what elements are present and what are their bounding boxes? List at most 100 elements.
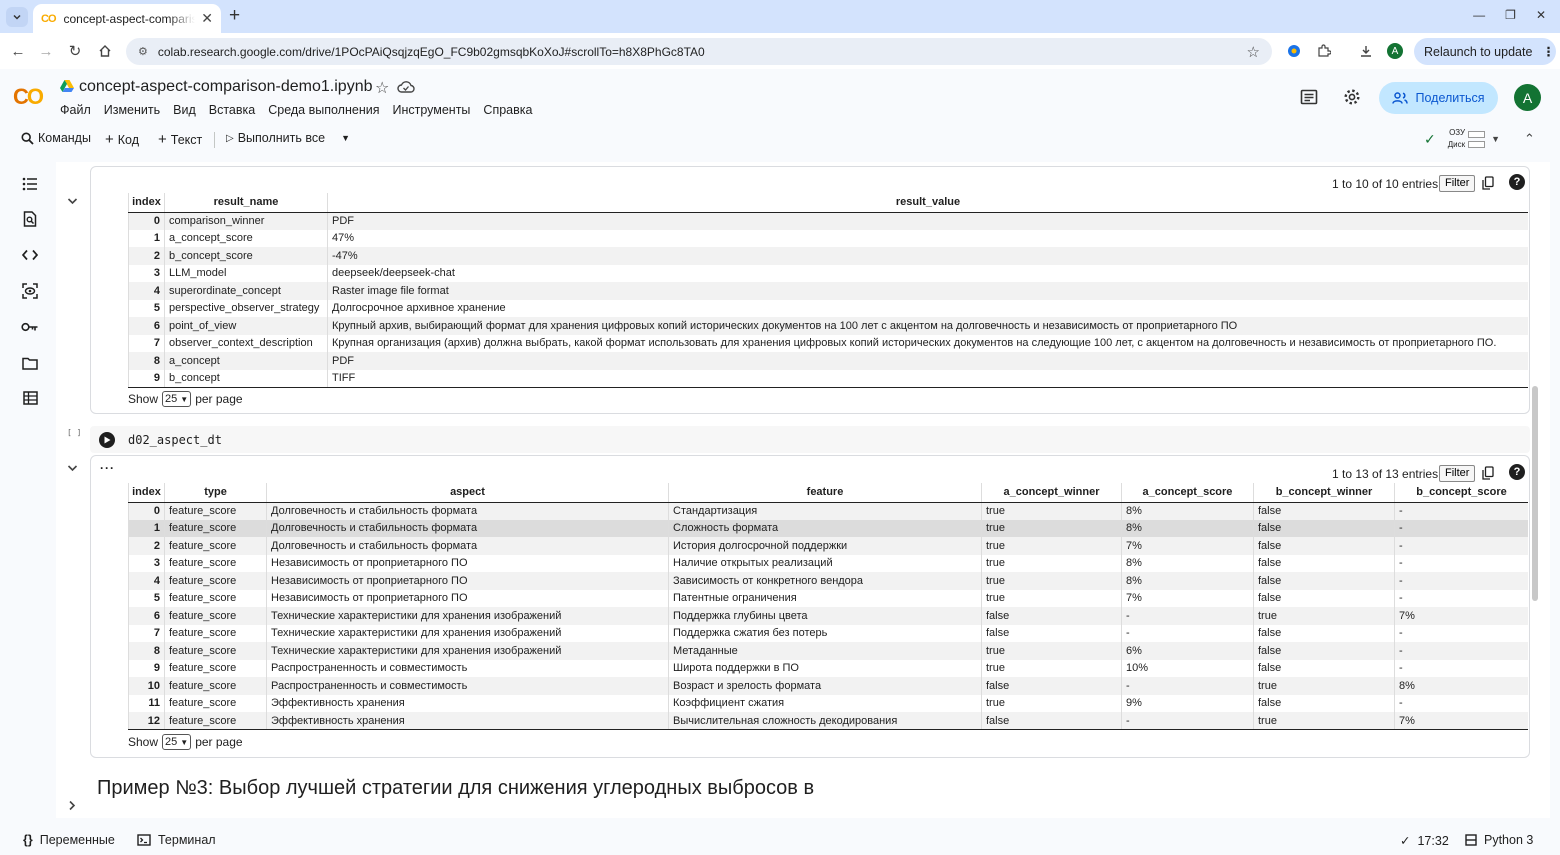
menu-file[interactable]: Файл <box>60 103 91 117</box>
user-avatar[interactable]: A <box>1514 84 1541 111</box>
collapse-header-icon[interactable]: ⌃ <box>1524 131 1535 147</box>
code-cell[interactable] <box>90 426 1530 453</box>
colab-logo[interactable]: CO <box>13 84 44 110</box>
table-row[interactable]: 6 feature_score Технические характеристики… <box>128 607 1528 625</box>
column-header[interactable]: feature <box>668 483 982 503</box>
download-icon[interactable] <box>1357 42 1375 60</box>
table-row[interactable]: 9 b_concept TIFF <box>128 369 1528 388</box>
help-icon[interactable]: ? <box>1509 464 1525 480</box>
copy-icon[interactable] <box>1482 176 1494 190</box>
extensions-puzzle-icon[interactable] <box>1315 42 1333 60</box>
table-row[interactable]: 5 perspective_observer_strategy Долгосрочн… <box>128 299 1528 317</box>
column-header[interactable]: index <box>128 193 165 213</box>
minimize-icon[interactable]: — <box>1473 8 1485 22</box>
star-icon[interactable]: ☆ <box>375 78 389 98</box>
google-drive-icon[interactable] <box>60 80 74 92</box>
filter-button[interactable]: Filter <box>1439 465 1476 482</box>
restore-icon[interactable]: ❐ <box>1505 8 1516 22</box>
expand-section-chevron-icon[interactable] <box>68 800 76 811</box>
omnibox[interactable]: ⚙ colab.research.google.com/drive/1POcPA… <box>126 38 1272 65</box>
share-button[interactable]: Поделиться <box>1379 82 1498 114</box>
runtime-info[interactable]: Python 3 <box>1465 833 1533 847</box>
column-header[interactable]: a_concept_winner <box>981 483 1122 503</box>
profile-avatar[interactable]: A <box>1387 43 1403 59</box>
tab-search-button[interactable] <box>6 7 28 27</box>
table-row[interactable]: 4 superordinate_concept Raster image file … <box>128 282 1528 300</box>
table-row[interactable]: 3 LLM_model deepseek/deepseek-chat <box>128 264 1528 282</box>
add-text-button[interactable]: + Текст <box>158 131 202 148</box>
column-header[interactable]: b_concept_winner <box>1253 483 1395 503</box>
menu-edit[interactable]: Изменить <box>104 103 160 117</box>
dropdown-caret-icon[interactable]: ▼ <box>1491 134 1500 144</box>
table-row[interactable]: 2 feature_score Долговечность и стабильнос… <box>128 537 1528 555</box>
variable-inspector-icon[interactable] <box>19 280 41 302</box>
forward-icon[interactable]: → <box>37 42 55 60</box>
table-row[interactable]: 4 feature_score Независимость от проприета… <box>128 572 1528 590</box>
terminal-button[interactable]: Терминал <box>137 833 216 847</box>
find-replace-icon[interactable] <box>19 208 41 230</box>
menu-insert[interactable]: Вставка <box>209 103 255 117</box>
table-row[interactable]: 8 feature_score Технические характеристики… <box>128 642 1528 660</box>
variables-button[interactable]: {} Переменные <box>23 833 115 847</box>
column-header[interactable]: index <box>128 483 165 503</box>
extension-icon[interactable] <box>1285 42 1303 60</box>
cloud-sync-icon[interactable] <box>397 80 415 93</box>
menu-view[interactable]: Вид <box>173 103 196 117</box>
collapse-output-chevron-icon[interactable] <box>67 464 78 472</box>
notebook-title[interactable]: concept-aspect-comparison-demo1.ipynb <box>79 78 372 96</box>
help-icon[interactable]: ? <box>1509 174 1525 190</box>
table-row[interactable]: 3 feature_score Независимость от проприета… <box>128 554 1528 572</box>
relaunch-button[interactable]: Relaunch to update ⋮ <box>1414 38 1556 65</box>
collapse-output-chevron-icon[interactable] <box>67 197 78 205</box>
column-header[interactable]: a_concept_score <box>1121 483 1254 503</box>
code-snippets-icon[interactable] <box>19 244 41 266</box>
table-row[interactable]: 10 feature_score Распространенность и совм… <box>128 677 1528 695</box>
table-row[interactable]: 9 feature_score Распространенность и совме… <box>128 659 1528 677</box>
resources-indicator[interactable]: ✓ ОЗУ Диск ▼ <box>1424 127 1500 151</box>
tab-close-icon[interactable]: ✕ <box>201 10 213 27</box>
menu-runtime[interactable]: Среда выполнения <box>268 103 379 117</box>
table-row[interactable]: 11 feature_score Эффективность хранения Коэ… <box>128 694 1528 712</box>
close-window-icon[interactable]: ✕ <box>1536 8 1546 22</box>
table-of-contents-icon[interactable] <box>19 173 41 195</box>
column-header[interactable]: result_value <box>327 193 1528 213</box>
add-code-button[interactable]: + Код <box>105 131 139 148</box>
files-folder-icon[interactable] <box>19 352 41 374</box>
commands-button[interactable]: Команды <box>21 131 91 145</box>
run-all-button[interactable]: ▷ Выполнить все ▼ <box>226 131 350 145</box>
copy-icon[interactable] <box>1482 466 1494 480</box>
menu-help[interactable]: Справка <box>483 103 532 117</box>
browser-tab-active[interactable]: CO concept-aspect-comparison-demo1.ipynb… <box>33 4 221 33</box>
dropdown-caret-icon[interactable]: ▼ <box>341 133 350 143</box>
back-icon[interactable]: ← <box>9 42 27 60</box>
code-editor[interactable]: d02_aspect_dt <box>128 433 222 447</box>
table-row[interactable]: 1 a_concept_score 47% <box>128 229 1528 247</box>
table-row[interactable]: 7 feature_score Технические характеристики… <box>128 624 1528 642</box>
run-cell-button[interactable] <box>99 432 115 448</box>
table-row[interactable]: 0 comparison_winner PDF <box>128 212 1528 230</box>
bookmark-star-icon[interactable]: ☆ <box>1247 43 1260 61</box>
execution-status[interactable]: ✓ 17:32 <box>1400 833 1449 849</box>
table-row[interactable]: 2 b_concept_score -47% <box>128 247 1528 265</box>
table-row[interactable]: 0 feature_score Долговечность и стабильнос… <box>128 502 1528 520</box>
table-row[interactable]: 1 feature_score Долговечность и стабильнос… <box>128 519 1528 537</box>
table-row[interactable]: 12 feature_score Эффективность хранения Выч… <box>128 712 1528 730</box>
table-row[interactable]: 8 a_concept PDF <box>128 352 1528 370</box>
new-tab-button[interactable]: + <box>229 5 240 27</box>
column-header[interactable]: aspect <box>266 483 669 503</box>
table-row[interactable]: 7 observer_context_description Крупная орг… <box>128 334 1528 352</box>
column-header[interactable]: b_concept_score <box>1394 483 1528 503</box>
scrollbar[interactable] <box>1532 386 1538 601</box>
home-icon[interactable] <box>96 42 114 60</box>
column-header[interactable]: type <box>164 483 267 503</box>
reload-icon[interactable]: ↻ <box>66 42 84 60</box>
table-row[interactable]: 6 point_of_view Крупный архив, выбирающий … <box>128 317 1528 335</box>
site-info-icon[interactable]: ⚙ <box>138 45 148 58</box>
column-header[interactable]: result_name <box>164 193 328 213</box>
table-row[interactable]: 5 feature_score Независимость от проприета… <box>128 589 1528 607</box>
filter-button[interactable]: Filter <box>1439 175 1476 192</box>
data-table-icon[interactable] <box>19 387 41 409</box>
secrets-key-icon[interactable] <box>19 316 41 338</box>
menu-tools[interactable]: Инструменты <box>392 103 470 117</box>
settings-gear-icon[interactable] <box>1341 86 1363 108</box>
